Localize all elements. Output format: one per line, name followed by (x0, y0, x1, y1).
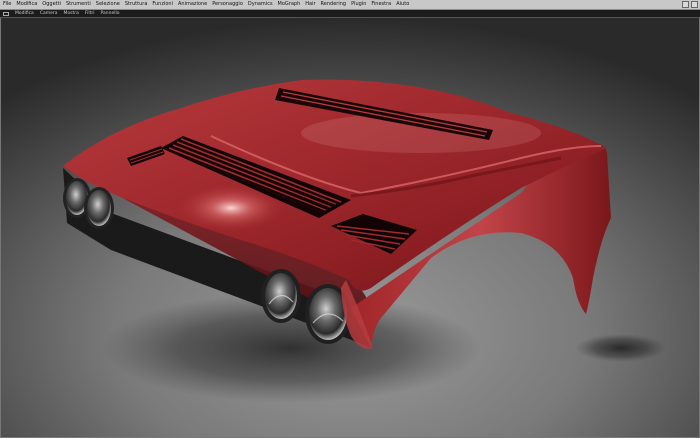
menu-hair[interactable]: Hair (305, 0, 315, 9)
menu-file[interactable]: File (3, 0, 11, 9)
viewport-menu-modifica[interactable]: Modifica (15, 11, 34, 16)
menu-animazione[interactable]: Animazione (178, 0, 207, 9)
cinema4d-window: File Modifica Oggetti Strumenti Selezion… (0, 0, 700, 438)
viewport-menu-mostra[interactable]: Mostra (63, 11, 78, 16)
menu-personaggio[interactable]: Personaggio (212, 0, 243, 9)
menu-funzioni[interactable]: Funzioni (152, 0, 173, 9)
menu-plugin[interactable]: Plugin (351, 0, 366, 9)
menu-modifica[interactable]: Modifica (16, 0, 37, 9)
maximize-button[interactable] (691, 1, 698, 8)
menu-mograph[interactable]: MoGraph (278, 0, 301, 9)
viewport-menu-camera[interactable]: Camera (40, 11, 58, 16)
render-viewport[interactable] (0, 18, 700, 438)
viewport-layout-icon[interactable] (3, 11, 9, 16)
menu-finestra[interactable]: Finestra (371, 0, 391, 9)
fender-floor-shadow (576, 334, 666, 362)
menu-selezione[interactable]: Selezione (96, 0, 120, 9)
viewport-menu-filtri[interactable]: Filtri (85, 11, 95, 16)
menu-strumenti[interactable]: Strumenti (66, 0, 91, 9)
minimize-button[interactable] (682, 1, 689, 8)
main-menubar: File Modifica Oggetti Strumenti Selezion… (0, 0, 700, 10)
render-image (1, 18, 699, 437)
menu-struttura[interactable]: Struttura (125, 0, 148, 9)
menu-oggetti[interactable]: Oggetti (42, 0, 61, 9)
menu-dynamics[interactable]: Dynamics (248, 0, 273, 9)
viewport-menubar: Modifica Camera Mostra Filtri Pannello (0, 10, 700, 18)
viewport-menu-pannello[interactable]: Pannello (100, 11, 119, 16)
menu-aiuto[interactable]: Aiuto (396, 0, 409, 9)
menu-rendering[interactable]: Rendering (321, 0, 347, 9)
window-controls (682, 1, 700, 8)
